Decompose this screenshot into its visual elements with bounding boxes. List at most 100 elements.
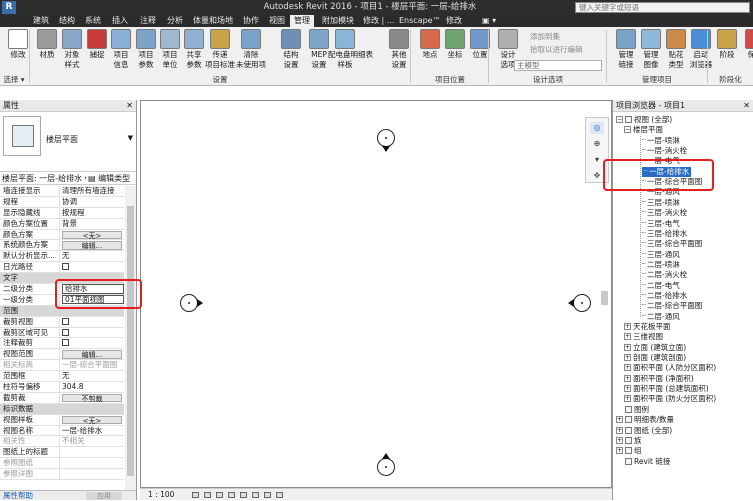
tab-3[interactable]: 插入 [112, 15, 128, 27]
chevron-down-icon[interactable]: ▼ [128, 134, 133, 142]
panel-schedule-button[interactable]: 配电盘明细表 样板 [328, 29, 373, 75]
tab-9[interactable]: 管理 [290, 15, 314, 27]
tab-10[interactable]: 附加模块 [322, 15, 354, 27]
detail-level-icon[interactable] [192, 492, 199, 498]
tab-14[interactable]: ▣ ▾ [482, 15, 496, 27]
tree-item[interactable]: − 视图 (全部) [616, 115, 672, 126]
tab-11[interactable]: 修改 | ... [363, 15, 394, 27]
property-value-button[interactable]: <无> [62, 415, 122, 424]
property-value[interactable]: 按规程 [60, 208, 124, 218]
tree-item[interactable]: − 楼层平面 [624, 125, 663, 136]
tree-item[interactable]: + 面积平面 (防火分区面积) [624, 394, 716, 405]
tab-0[interactable]: 建筑 [33, 15, 49, 27]
expand-icon[interactable]: + [624, 323, 631, 330]
properties-scrollbar[interactable] [125, 186, 136, 490]
property-value[interactable] [60, 262, 124, 272]
properties-help-link[interactable]: 属性帮助 [3, 491, 33, 500]
tab-4[interactable]: 注释 [140, 15, 156, 27]
pick-to-edit-button[interactable]: 拾取以进行编辑 [530, 44, 583, 55]
reveal-hidden-icon[interactable] [276, 492, 283, 498]
canvas-scrollbar[interactable] [601, 291, 608, 305]
crop-view-icon[interactable] [240, 492, 247, 498]
expand-icon[interactable]: + [616, 447, 623, 455]
checkbox[interactable] [62, 339, 69, 347]
tree-item[interactable]: Revit 链接 [625, 457, 670, 468]
revit-app-icon[interactable]: R [2, 1, 16, 14]
expand-icon[interactable]: + [616, 426, 623, 434]
tree-item[interactable]: + 图纸 (全部) [616, 426, 672, 437]
tree-item[interactable]: + 族 [616, 436, 642, 447]
expand-icon[interactable]: + [624, 385, 631, 393]
property-value[interactable]: <无> [60, 230, 124, 240]
tree-item[interactable]: 三层-电气 [642, 219, 680, 230]
tab-2[interactable]: 系统 [85, 15, 101, 27]
tree-item[interactable]: + 三维视图 [624, 332, 663, 343]
sun-path-icon[interactable] [216, 492, 223, 498]
tree-item[interactable]: 一层-消火栓 [642, 146, 687, 157]
property-value[interactable] [60, 338, 124, 348]
checkbox[interactable] [62, 317, 69, 325]
tab-8[interactable]: 视图 [269, 15, 285, 27]
collapse-icon[interactable]: − [624, 126, 631, 134]
property-section-header[interactable]: 标识数据 [0, 403, 124, 415]
drawing-canvas[interactable]: ◎ ⊕ ▾ ✥ [140, 100, 612, 488]
design-option-combo[interactable]: 主模型 [514, 60, 602, 71]
property-value[interactable]: 无 [60, 251, 124, 261]
zoom-dropdown-icon[interactable]: ▾ [590, 154, 604, 166]
elevation-marker-south[interactable] [377, 458, 395, 476]
tree-item[interactable]: 三层-消火栓 [642, 208, 687, 219]
property-value-button[interactable]: 不剪裁 [62, 393, 122, 403]
search-input[interactable]: 键入关键字或短语 [575, 2, 750, 13]
shadows-icon[interactable] [228, 492, 235, 498]
property-value[interactable]: 编辑... [60, 349, 124, 359]
save-button[interactable]: 保存 [738, 29, 753, 75]
tree-item[interactable]: 二层-电气 [642, 281, 680, 292]
property-value[interactable] [60, 328, 124, 338]
tab-12[interactable]: Enscape™ [399, 15, 441, 27]
property-value[interactable]: 无 [60, 371, 124, 381]
tree-item[interactable]: 二层-喷淋 [642, 260, 680, 271]
property-value[interactable]: 协调 [60, 197, 124, 207]
property-value[interactable]: 304.8 [60, 382, 124, 392]
edit-type-button[interactable]: ▤ 编辑类型 [88, 172, 130, 185]
tree-item[interactable]: 二层-给排水 [642, 291, 687, 302]
close-icon[interactable]: ✕ [126, 100, 133, 112]
property-value-button[interactable]: <无> [62, 230, 122, 239]
tree-item[interactable]: 一层-喷淋 [642, 136, 680, 147]
property-value[interactable]: 清理所有墙连接 [60, 186, 124, 196]
tree-item[interactable]: + 立面 (建筑立面) [624, 343, 686, 354]
instance-selector[interactable]: 楼层平面: 一层-给排水 ▾ [0, 172, 86, 185]
tab-5[interactable]: 分析 [167, 15, 183, 27]
expand-icon[interactable]: + [624, 364, 631, 372]
purge-button[interactable]: 清除 未使用项 [234, 29, 268, 75]
tree-item[interactable]: + 天花板平面 [624, 322, 671, 333]
expand-icon[interactable]: + [624, 354, 631, 362]
add-to-set-button[interactable]: 添加到集 [530, 31, 560, 42]
pan-icon[interactable]: ✥ [590, 170, 604, 182]
expand-icon[interactable]: + [624, 374, 631, 382]
tab-13[interactable]: 修改 [446, 15, 462, 27]
tree-item[interactable]: 三层-综合平面图 [642, 239, 702, 250]
tree-item[interactable]: 二层-综合平面图 [642, 301, 702, 312]
checkbox[interactable] [62, 328, 69, 336]
property-value-button[interactable]: 编辑... [62, 350, 122, 359]
tree-item[interactable]: 三层-给排水 [642, 229, 687, 240]
checkbox[interactable] [62, 263, 69, 271]
property-value[interactable]: 不剪裁 [60, 393, 124, 403]
property-value[interactable]: <无> [60, 415, 124, 425]
elevation-marker-north[interactable] [377, 129, 395, 147]
tree-item[interactable]: + 组 [616, 446, 642, 457]
tab-7[interactable]: 协作 [243, 15, 259, 27]
property-value-button[interactable]: 编辑... [62, 241, 122, 250]
tree-item[interactable]: + 面积平面 (人防分区面积) [624, 363, 716, 374]
tree-item[interactable]: 二层-消火栓 [642, 270, 687, 281]
property-value[interactable]: 背景 [60, 219, 124, 229]
steering-wheel-icon[interactable]: ◎ [590, 122, 604, 134]
apply-button[interactable]: 应用 [86, 492, 122, 500]
tab-6[interactable]: 体量和场地 [193, 15, 233, 27]
property-value[interactable] [60, 317, 124, 327]
expand-icon[interactable]: + [624, 395, 631, 403]
property-value[interactable] [60, 447, 124, 457]
tree-item[interactable]: 图例 [625, 405, 649, 416]
zoom-region-icon[interactable]: ⊕ [590, 138, 604, 150]
